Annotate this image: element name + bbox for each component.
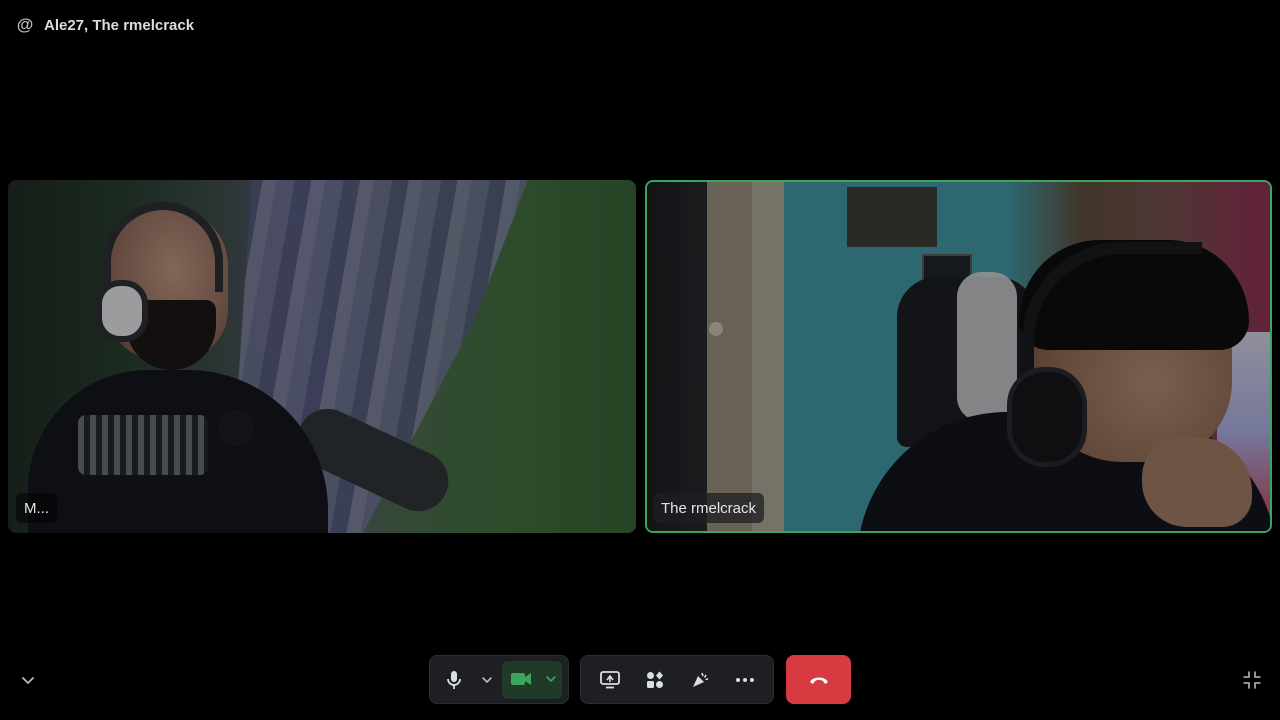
exit-fullscreen-icon[interactable] [1240,668,1264,692]
phone-hangup-icon [808,674,830,686]
camera-options-button[interactable] [540,661,562,697]
participant-name-tag: M... [16,493,57,523]
soundboard-button[interactable] [681,662,719,698]
at-icon: @ [16,15,34,34]
audio-video-controls [429,655,569,704]
screen-share-icon [599,670,620,689]
participant-name: The rmelcrack [661,499,757,517]
call-title: Ale27, The rmelcrack [44,16,195,34]
activities-button[interactable] [636,662,674,698]
call-stage: @ Ale27, The rmelcrack M... The rmelcrac… [0,0,1280,720]
more-options-button[interactable] [726,662,764,698]
activities-icon [645,670,665,690]
video-tile-participant-1[interactable]: M... [8,180,636,533]
disconnect-button[interactable] [786,655,851,704]
call-tools-controls [580,655,774,704]
video-tile-participant-2[interactable]: The rmelcrack [645,180,1272,533]
microphone-options-button[interactable] [477,662,498,698]
participant-name-tag: The rmelcrack [653,493,765,523]
call-header: @ Ale27, The rmelcrack [16,14,194,36]
chevron-down-icon[interactable] [16,668,40,692]
microphone-icon [445,670,463,690]
more-icon [735,677,755,683]
camera-toggle-group [502,660,562,699]
video-camera-icon [510,671,532,687]
soundboard-icon [690,670,710,690]
chevron-down-icon [545,673,557,685]
microphone-button[interactable] [436,662,473,698]
camera-button[interactable] [502,661,540,697]
chevron-down-icon [481,674,493,686]
participant-name: M... [24,499,49,517]
screen-share-button[interactable] [591,662,629,698]
